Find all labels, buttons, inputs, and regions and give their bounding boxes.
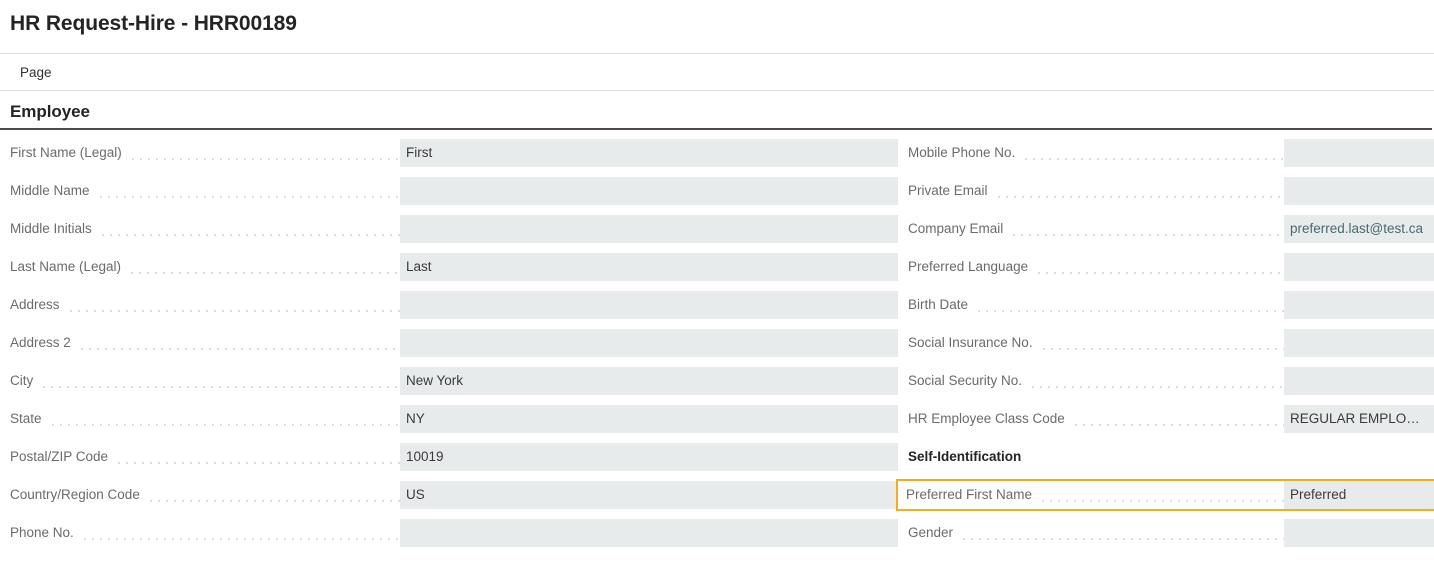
field-country-region-code[interactable]: Country/Region Code US — [10, 481, 898, 509]
field-value-input[interactable] — [400, 291, 898, 319]
field-value-input[interactable]: 10019 — [400, 443, 898, 471]
field-address-2[interactable]: Address 2 — [10, 329, 898, 357]
dotted-leader — [1072, 405, 1284, 433]
field-hr-employee-class-code[interactable]: HR Employee Class Code REGULAR EMPLOYEE — [898, 405, 1434, 433]
field-value-input[interactable]: Preferred — [1284, 481, 1434, 509]
field-first-name-legal[interactable]: First Name (Legal) First — [10, 139, 898, 167]
field-label: Gender — [898, 519, 960, 547]
page-title: HR Request-Hire - HRR00189 — [0, 0, 1434, 37]
field-label: Address 2 — [10, 329, 78, 357]
dotted-leader — [975, 291, 1284, 319]
field-value-input[interactable] — [1284, 329, 1434, 357]
field-label: Middle Name — [10, 177, 97, 205]
field-label: Postal/ZIP Code — [10, 443, 115, 471]
dotted-leader — [129, 139, 400, 167]
field-value-input[interactable]: preferred.last@test.ca — [1284, 215, 1434, 243]
form-column-right: Mobile Phone No. Private Email Company E… — [898, 139, 1434, 557]
field-label: Address — [10, 291, 67, 319]
field-label: Preferred First Name — [898, 481, 1039, 509]
field-state[interactable]: State NY — [10, 405, 898, 433]
field-value-input[interactable] — [400, 329, 898, 357]
employee-section: Employee — [0, 102, 1434, 130]
employee-form: First Name (Legal) First Middle Name Mid… — [0, 130, 1434, 557]
field-last-name-legal[interactable]: Last Name (Legal) Last — [10, 253, 898, 281]
field-address[interactable]: Address — [10, 291, 898, 319]
form-column-left: First Name (Legal) First Middle Name Mid… — [0, 139, 898, 557]
field-label: Country/Region Code — [10, 481, 147, 509]
field-label: State — [10, 405, 49, 433]
field-city[interactable]: City New York — [10, 367, 898, 395]
dotted-leader — [49, 405, 400, 433]
field-preferred-language[interactable]: Preferred Language — [898, 253, 1434, 281]
field-label: Company Email — [898, 215, 1010, 243]
field-value-input[interactable] — [1284, 519, 1434, 547]
field-value-input[interactable] — [1284, 139, 1434, 167]
dotted-leader — [1029, 367, 1284, 395]
field-value-input[interactable]: US — [400, 481, 898, 509]
field-label: Social Security No. — [898, 367, 1029, 395]
dotted-leader — [115, 443, 400, 471]
dotted-leader — [147, 481, 400, 509]
field-value-input[interactable]: NY — [400, 405, 898, 433]
field-value-input[interactable] — [1284, 367, 1434, 395]
dotted-leader — [67, 291, 400, 319]
field-value-input[interactable] — [400, 215, 898, 243]
field-label: First Name (Legal) — [10, 139, 129, 167]
field-label: HR Employee Class Code — [898, 405, 1072, 433]
dotted-leader — [1040, 329, 1284, 357]
field-value-input[interactable] — [1284, 291, 1434, 319]
field-postal-zip-code[interactable]: Postal/ZIP Code 10019 — [10, 443, 898, 471]
field-value-input[interactable] — [1284, 253, 1434, 281]
field-value-input[interactable]: REGULAR EMPLOYEE — [1284, 405, 1434, 433]
dotted-leader — [81, 519, 400, 547]
dotted-leader — [97, 177, 400, 205]
field-label: Birth Date — [898, 291, 975, 319]
dotted-leader — [1039, 481, 1284, 509]
ribbon-tab-strip: Page — [0, 53, 1434, 91]
field-value-input[interactable]: New York — [400, 367, 898, 395]
field-value-input[interactable]: First — [400, 139, 898, 167]
field-label: Private Email — [898, 177, 995, 205]
dotted-leader — [1035, 253, 1284, 281]
field-label: Phone No. — [10, 519, 81, 547]
field-company-email[interactable]: Company Email preferred.last@test.ca — [898, 215, 1434, 243]
dotted-leader — [960, 519, 1284, 547]
section-title-employee: Employee — [0, 102, 1434, 128]
field-gender[interactable]: Gender — [898, 519, 1434, 547]
field-social-insurance-no[interactable]: Social Insurance No. — [898, 329, 1434, 357]
field-middle-name[interactable]: Middle Name — [10, 177, 898, 205]
field-mobile-phone-no[interactable]: Mobile Phone No. — [898, 139, 1434, 167]
field-middle-initials[interactable]: Middle Initials — [10, 215, 898, 243]
dotted-leader — [40, 367, 400, 395]
field-value-input[interactable]: Last — [400, 253, 898, 281]
field-label: Last Name (Legal) — [10, 253, 128, 281]
field-label: Preferred Language — [898, 253, 1035, 281]
field-social-security-no[interactable]: Social Security No. — [898, 367, 1434, 395]
subsection-title-self-identification: Self-Identification — [898, 443, 1434, 471]
dotted-leader — [99, 215, 400, 243]
dotted-leader — [1022, 139, 1284, 167]
page-root: HR Request-Hire - HRR00189 Page Employee… — [0, 0, 1434, 557]
field-label: Middle Initials — [10, 215, 99, 243]
field-private-email[interactable]: Private Email — [898, 177, 1434, 205]
dotted-leader — [128, 253, 400, 281]
tab-page[interactable]: Page — [0, 55, 66, 90]
field-label: City — [10, 367, 40, 395]
field-birth-date[interactable]: Birth Date — [898, 291, 1434, 319]
field-label: Social Insurance No. — [898, 329, 1040, 357]
field-value-input[interactable] — [1284, 177, 1434, 205]
field-preferred-first-name[interactable]: Preferred First Name Preferred — [898, 481, 1434, 509]
field-value-input[interactable] — [400, 519, 898, 547]
dotted-leader — [995, 177, 1284, 205]
field-phone-no[interactable]: Phone No. — [10, 519, 898, 547]
dotted-leader — [78, 329, 400, 357]
field-value-input[interactable] — [400, 177, 898, 205]
dotted-leader — [1010, 215, 1284, 243]
field-label: Mobile Phone No. — [898, 139, 1022, 167]
